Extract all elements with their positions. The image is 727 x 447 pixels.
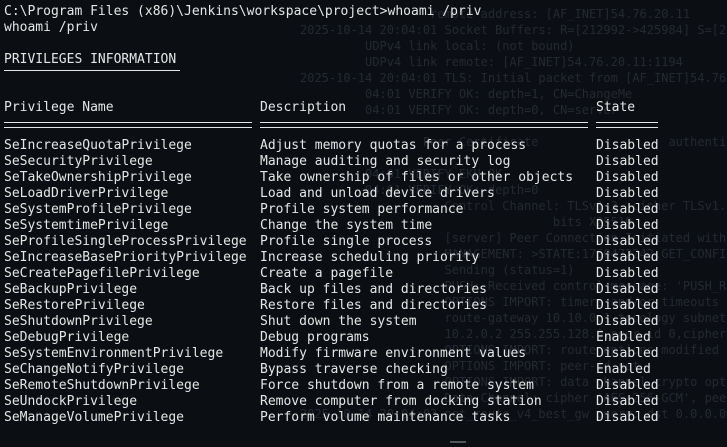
table-row: SeProfileSingleProcessPrivilege Profile s… (0, 234, 727, 250)
header-state: State (596, 100, 636, 115)
table-row: SeRestorePrivilege Restore files and dire… (0, 298, 727, 314)
privilege-description: Increase scheduling priority (260, 250, 480, 265)
privilege-name: SeIncreaseQuotaPrivilege (4, 138, 192, 153)
table-row: SeIncreaseQuotaPrivilege Adjust memory qu… (0, 138, 727, 154)
privilege-state: Disabled (596, 234, 659, 249)
privilege-description: Adjust memory quotas for a process (260, 138, 527, 153)
privilege-state: Disabled (596, 282, 659, 297)
privilege-state: Disabled (596, 266, 659, 281)
privilege-description: Change the system time (260, 218, 433, 233)
privileges-table: SeIncreaseQuotaPrivilege Adjust memory qu… (0, 138, 727, 426)
header-description: Description (260, 100, 347, 115)
table-row: SeShutdownPrivilege Shut down the system D… (0, 314, 727, 330)
privilege-description: Manage auditing and security log (260, 154, 511, 169)
table-row: SeSystemEnvironmentPrivilege Modify firmw… (0, 346, 727, 362)
privilege-description: Back up files and directories (260, 282, 487, 297)
privilege-description: Take ownership of files or other objects (260, 170, 574, 185)
table-row: SeSystemtimePrivilege Change the system t… (0, 218, 727, 234)
privilege-state: Disabled (596, 170, 659, 185)
privilege-description: Profile single process (260, 234, 433, 249)
section-title-underline (4, 70, 180, 71)
privilege-state: Disabled (596, 346, 659, 361)
background-log-line: UDPv4 link local: (not bound) (300, 39, 575, 53)
table-row: SeUndockPrivilege Remove computer from do… (0, 394, 727, 410)
section-title: PRIVILEGES INFORMATION (4, 52, 177, 67)
privilege-state: Disabled (596, 378, 659, 393)
header-privilege-name: Privilege Name (4, 100, 114, 115)
prompt-line: C:\Program Files (x86)\Jenkins\workspace… (4, 4, 482, 19)
table-row: SeSystemProfilePrivilege Profile system p… (0, 202, 727, 218)
privilege-name: SeCreatePagefilePrivilege (4, 266, 200, 281)
background-log-line: 2025-10-14 20:04:01 TLS: Initial packet … (300, 71, 727, 85)
privilege-description: Restore files and directories (260, 298, 487, 313)
privilege-state: Disabled (596, 394, 659, 409)
privilege-state: Disabled (596, 298, 659, 313)
privilege-name: SeSystemProfilePrivilege (4, 202, 192, 217)
privilege-name: SeIncreaseBasePriorityPrivilege (4, 250, 247, 265)
header-rule-state (596, 122, 658, 128)
background-log-line: 2025-10-14 20:04:01 Socket Buffers: R=[2… (300, 23, 727, 37)
privilege-state: Disabled (596, 202, 659, 217)
privilege-description: Profile system performance (260, 202, 464, 217)
privilege-name: SeShutdownPrivilege (4, 314, 153, 329)
privilege-state: Disabled (596, 138, 659, 153)
header-rule-description (260, 122, 588, 128)
table-row: SeCreatePagefilePrivilege Create a pagefi… (0, 266, 727, 282)
header-rule-name (4, 122, 252, 128)
privilege-description: Debug programs (260, 330, 370, 345)
privilege-description: Bypass traverse checking (260, 362, 448, 377)
privilege-state: Disabled (596, 314, 659, 329)
privilege-state: Disabled (596, 250, 659, 265)
background-log-line: UDPv4 link remote: [AF_INET]54.76.20.11:… (300, 55, 683, 69)
privilege-state: Disabled (596, 154, 659, 169)
privilege-description: Remove computer from docking station (260, 394, 542, 409)
background-log-line: 04:01 VERIFY OK: depth=1, CN=ChangeMe (300, 87, 633, 101)
table-row: SeChangeNotifyPrivilege Bypass traverse c… (0, 362, 727, 378)
privilege-name: SeManageVolumePrivilege (4, 410, 185, 425)
privilege-name: SeUndockPrivilege (4, 394, 138, 409)
privilege-state: Disabled (596, 186, 659, 201)
table-row: SeLoadDriverPrivilege Load and unload dev… (0, 186, 727, 202)
privilege-name: SeRemoteShutdownPrivilege (4, 378, 200, 393)
table-row: SeDebugPrivilege Debug programs Enabled (0, 330, 727, 346)
table-row: SeRemoteShutdownPrivilege Force shutdown … (0, 378, 727, 394)
privilege-name: SeTakeOwnershipPrivilege (4, 170, 192, 185)
terminal-cursor (450, 441, 466, 443)
table-row: SeBackupPrivilege Back up files and direc… (0, 282, 727, 298)
privilege-name: SeProfileSingleProcessPrivilege (4, 234, 247, 249)
privilege-name: SeRestorePrivilege (4, 298, 145, 313)
table-row: SeSecurityPrivilege Manage auditing and s… (0, 154, 727, 170)
privilege-state: Enabled (596, 330, 651, 345)
privilege-description: Load and unload device drivers (260, 186, 495, 201)
table-row: SeIncreaseBasePriorityPrivilege Increase … (0, 250, 727, 266)
privilege-description: Perform volume maintenance tasks (260, 410, 511, 425)
privilege-description: Shut down the system (260, 314, 417, 329)
privilege-description: Create a pagefile (260, 266, 394, 281)
privilege-state: Enabled (596, 362, 651, 377)
privilege-name: SeBackupPrivilege (4, 282, 138, 297)
privilege-name: SeLoadDriverPrivilege (4, 186, 169, 201)
terminal-window[interactable]: remote address: [AF_INET]54.76.20.11 2025… (0, 0, 727, 447)
privilege-description: Modify firmware environment values (260, 346, 527, 361)
echoed-command: whoami /priv (4, 20, 98, 35)
privilege-name: SeSystemtimePrivilege (4, 218, 169, 233)
privilege-name: SeChangeNotifyPrivilege (4, 362, 185, 377)
privilege-state: Disabled (596, 410, 659, 425)
privilege-state: Disabled (596, 218, 659, 233)
table-row: SeManageVolumePrivilege Perform volume ma… (0, 410, 727, 426)
privilege-name: SeSystemEnvironmentPrivilege (4, 346, 224, 361)
privilege-name: SeDebugPrivilege (4, 330, 130, 345)
privilege-description: Force shutdown from a remote system (260, 378, 534, 393)
background-log-line: 04:01 VERIFY OK: depth=0, CN=server (300, 103, 618, 117)
table-row: SeTakeOwnershipPrivilege Take ownership o… (0, 170, 727, 186)
privilege-name: SeSecurityPrivilege (4, 154, 153, 169)
